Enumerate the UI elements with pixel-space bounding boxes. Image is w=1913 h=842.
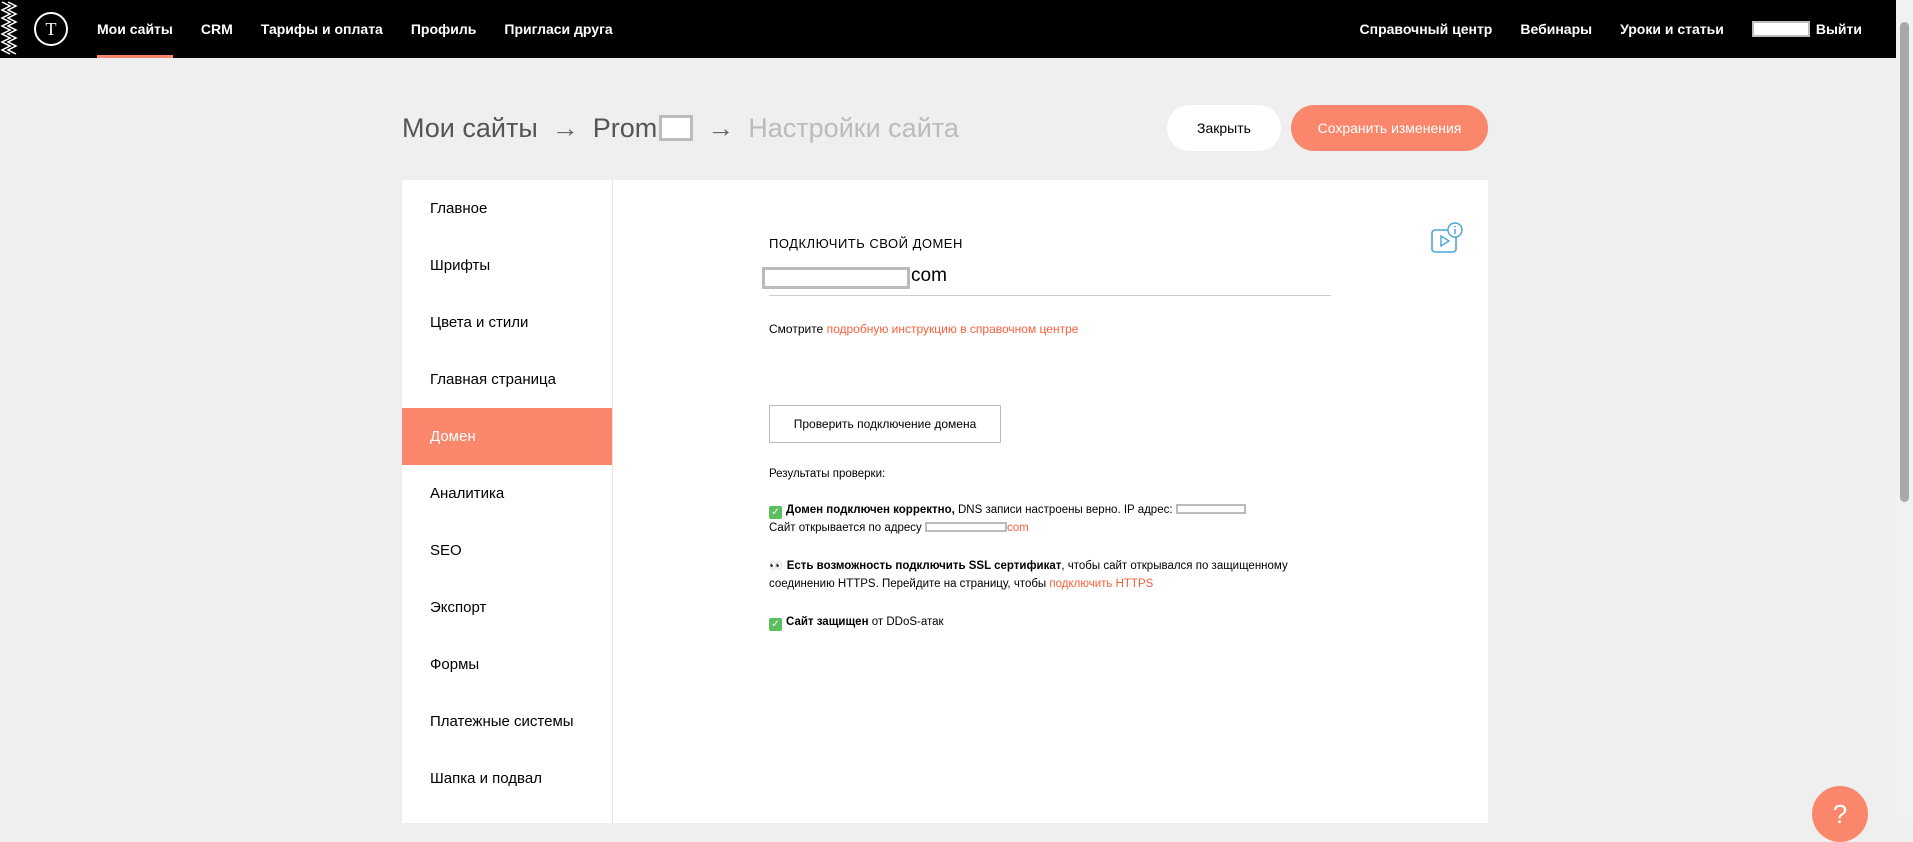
redacted-ip [1175, 504, 1246, 514]
settings-sidebar: Главное Шрифты Цвета и стили Главная стр… [402, 180, 612, 823]
domain-input[interactable]: com [762, 265, 1331, 296]
sidebar-item-analytics[interactable]: Аналитика [402, 465, 612, 522]
domain-suffix: com [911, 265, 947, 286]
nav-crm[interactable]: CRM [201, 0, 233, 58]
sidebar-item-header-footer[interactable]: Шапка и подвал [402, 750, 612, 807]
nav-plans[interactable]: Тарифы и оплата [261, 0, 383, 58]
check-domain-button[interactable]: Проверить подключение домена [769, 405, 1001, 443]
nav-help-center[interactable]: Справочный центр [1360, 0, 1493, 58]
section-title: ПОДКЛЮЧИТЬ СВОЙ ДОМЕН [769, 236, 963, 251]
connect-https-link[interactable]: подключить HTTPS [1049, 578, 1153, 590]
top-navigation-bar: T Мои сайты CRM Тарифы и оплата Профиль … [0, 0, 1896, 58]
breadcrumb-my-sites[interactable]: Мои сайты [402, 113, 538, 144]
sidebar-item-forms[interactable]: Формы [402, 636, 612, 693]
video-info-icon[interactable] [1430, 221, 1464, 255]
redacted-username [1751, 21, 1810, 37]
result-line2: Сайт открывается по адресу [769, 522, 922, 534]
sidebar-item-export[interactable]: Экспорт [402, 579, 612, 636]
result-ddos: ✓ Сайт защищен от DDoS-атак [769, 613, 1329, 631]
breadcrumb-current: Настройки сайта [748, 112, 959, 143]
site-url-link[interactable]: com [1007, 522, 1029, 534]
sidebar-item-seo[interactable]: SEO [402, 522, 612, 579]
result-ssl: 👀 Есть возможность подключить SSL сертифи… [769, 557, 1329, 593]
nav-lessons[interactable]: Уроки и статьи [1620, 0, 1724, 58]
result-title: Есть возможность подключить SSL сертифик… [786, 560, 1062, 572]
hint-text: Смотрите [769, 322, 824, 336]
redacted-domain [762, 267, 910, 289]
nav-my-sites[interactable]: Мои сайты [97, 0, 173, 58]
result-text: от DDoS-атак [871, 616, 944, 628]
secondary-nav: Справочный центр Вебинары Уроки и статьи… [1332, 0, 1862, 58]
results-heading: Результаты проверки: [769, 468, 886, 480]
redacted-site-name [659, 115, 694, 141]
result-title: Домен подключен корректно, [786, 504, 955, 516]
sidebar-item-payments[interactable]: Платежные системы [402, 693, 612, 750]
main-nav: Мои сайты CRM Тарифы и оплата Профиль Пр… [97, 0, 641, 58]
breadcrumb: Мои сайты → Prom → Настройки сайта [402, 108, 959, 148]
nav-profile[interactable]: Профиль [411, 0, 477, 58]
eyes-icon: 👀 [769, 560, 783, 572]
sidebar-item-colors[interactable]: Цвета и стили [402, 294, 612, 351]
check-results: Результаты проверки: ✓ Домен подключен ко… [769, 465, 1329, 651]
check-icon: ✓ [769, 618, 782, 631]
save-changes-button[interactable]: Сохранить изменения [1291, 105, 1488, 151]
sidebar-item-home-page[interactable]: Главная страница [402, 351, 612, 408]
help-button[interactable]: ? [1812, 786, 1868, 842]
sidebar-item-domain[interactable]: Домен [402, 408, 612, 465]
zigzag-decoration [0, 1, 18, 55]
page-scrollbar[interactable] [1896, 0, 1913, 823]
result-title: Сайт защищен [786, 616, 869, 628]
result-text: DNS записи настроены верно. IP адрес: [958, 504, 1173, 516]
redacted-site-url [924, 522, 1007, 532]
logout-link[interactable]: Выйти [1816, 0, 1862, 58]
breadcrumb-site[interactable]: Prom [593, 113, 658, 144]
help-hint: Смотрите подробную инструкцию в справочн… [769, 322, 1329, 336]
breadcrumb-arrow: → [707, 112, 735, 143]
result-domain-ok: ✓ Домен подключен корректно, DNS записи н… [769, 501, 1329, 537]
breadcrumb-arrow: → [551, 112, 579, 143]
scrollbar-thumb[interactable] [1900, 22, 1909, 502]
nav-webinars[interactable]: Вебинары [1520, 0, 1592, 58]
nav-invite[interactable]: Пригласи друга [504, 0, 612, 58]
sidebar-item-fonts[interactable]: Шрифты [402, 237, 612, 294]
domain-form: ПОДКЛЮЧИТЬ СВОЙ ДОМЕН com Смотрите подро… [762, 230, 1331, 336]
check-icon: ✓ [769, 506, 782, 519]
logo-letter: T [45, 18, 57, 39]
help-question-icon: ? [1832, 799, 1848, 829]
close-button[interactable]: Закрыть [1167, 105, 1281, 151]
sidebar-item-main[interactable]: Главное [402, 180, 612, 237]
help-center-link[interactable]: подробную инструкцию в справочном центре [827, 322, 1079, 336]
tilda-logo[interactable]: T [34, 12, 68, 46]
